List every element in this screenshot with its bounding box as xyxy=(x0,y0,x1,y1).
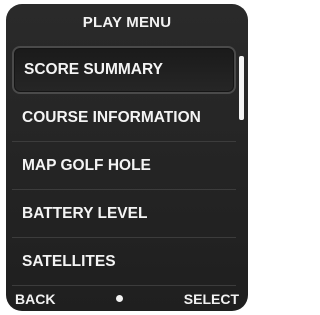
menu-item-course-information[interactable]: COURSE INFORMATION xyxy=(12,94,236,142)
dot-icon xyxy=(116,295,124,302)
menu-item-label: BATTERY LEVEL xyxy=(22,204,148,222)
device-screen: PLAY MENU SCORE SUMMARY COURSE INFORMATI… xyxy=(6,4,248,311)
scrollbar-thumb[interactable] xyxy=(239,56,244,120)
menu-scrollbar[interactable] xyxy=(239,56,244,284)
page-title: PLAY MENU xyxy=(82,14,172,31)
play-menu-list: SCORE SUMMARY COURSE INFORMATION MAP GOL… xyxy=(12,46,236,288)
menu-item-label: COURSE INFORMATION xyxy=(22,108,201,126)
select-softkey[interactable]: SELECT xyxy=(184,291,239,307)
menu-item-battery-level[interactable]: BATTERY LEVEL xyxy=(12,190,236,238)
back-softkey[interactable]: BACK xyxy=(15,291,55,307)
softkey-bar: BACK SELECT xyxy=(6,286,248,311)
menu-item-label: SCORE SUMMARY xyxy=(24,61,163,78)
menu-item-satellites[interactable]: SATELLITES xyxy=(12,238,236,286)
menu-item-label: MAP GOLF HOLE xyxy=(22,156,151,174)
menu-item-map-golf-hole[interactable]: MAP GOLF HOLE xyxy=(12,142,236,190)
menu-item-score-summary[interactable]: SCORE SUMMARY xyxy=(12,46,236,94)
menu-item-label: SATELLITES xyxy=(22,252,116,270)
